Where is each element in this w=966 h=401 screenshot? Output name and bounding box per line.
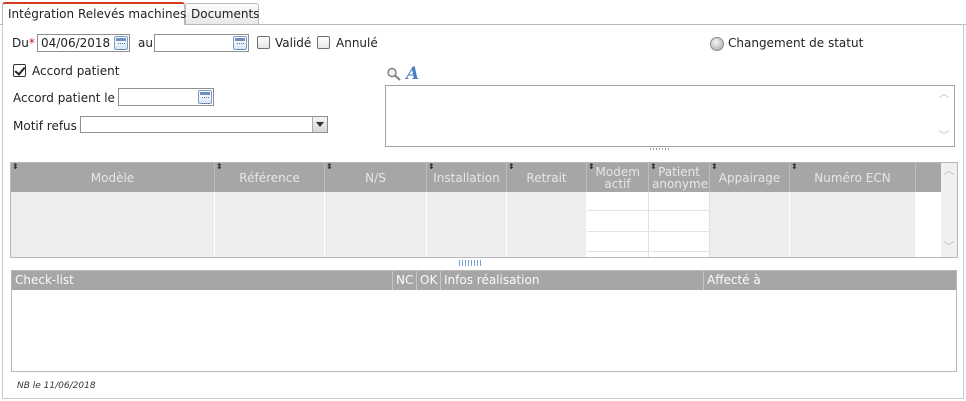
- changement-statut-button[interactable]: Changement de statut: [728, 36, 863, 50]
- column-header-ns[interactable]: ⬍ N/S: [325, 163, 427, 192]
- accord-patient-checkbox[interactable]: [13, 64, 26, 77]
- column-header-nc[interactable]: NC: [393, 271, 417, 290]
- chevron-down-icon[interactable]: [312, 117, 327, 132]
- vertical-scrollbar[interactable]: ︿ ﹀: [941, 163, 957, 257]
- font-format-icon[interactable]: A: [405, 64, 421, 81]
- footer-note: NB le 11/06/2018: [17, 381, 96, 391]
- scroll-up-arrow[interactable]: ︿: [944, 167, 954, 177]
- status-change-icon[interactable]: [710, 37, 724, 51]
- motif-refus-select[interactable]: [80, 116, 328, 133]
- magnifier-icon[interactable]: [386, 67, 402, 81]
- column-body-modele: [11, 192, 215, 257]
- annule-label: Annulé: [336, 36, 378, 50]
- column-header-installation[interactable]: ⬍ Installation: [427, 163, 507, 192]
- checklist-grid: Check-list NC OK Infos réalisation Affec…: [11, 270, 957, 372]
- motif-refus-label: Motif refus: [13, 119, 77, 133]
- machines-grid-header: ⬍ Modèle ⬍ Référence ⬍ N/S ⬍ Installation ⬍ R…: [11, 163, 941, 192]
- column-header-reference[interactable]: ⬍ Référence: [215, 163, 325, 192]
- column-header-check-list[interactable]: Check-list: [12, 271, 393, 290]
- tab-documents[interactable]: Documents: [185, 3, 259, 24]
- scroll-up-arrow[interactable]: ︿: [939, 90, 949, 100]
- valide-checkbox[interactable]: [257, 36, 270, 49]
- calendar-icon[interactable]: [114, 36, 128, 50]
- column-header-retrait[interactable]: ⬍ Retrait: [507, 163, 587, 192]
- column-header-affecte-a[interactable]: Affecté à: [704, 271, 956, 290]
- column-header-patient-anonyme[interactable]: ⬍ Patient anonyme: [649, 163, 710, 192]
- column-body-reference: [215, 192, 325, 257]
- memo-textarea[interactable]: ︿ ﹀: [385, 85, 955, 147]
- column-body-modem-actif: [587, 192, 649, 257]
- annule-checkbox[interactable]: [317, 36, 330, 49]
- column-header-infos-realisation[interactable]: Infos réalisation: [441, 271, 704, 290]
- column-body-installation: [427, 192, 507, 257]
- row-divider: [587, 210, 710, 211]
- scroll-down-arrow[interactable]: ﹀: [939, 132, 949, 142]
- scroll-down-arrow[interactable]: ﹀: [944, 243, 954, 253]
- column-header-spacer: [916, 163, 941, 192]
- machines-grid: ⬍ Modèle ⬍ Référence ⬍ N/S ⬍ Installation ⬍ R…: [10, 162, 958, 258]
- column-header-ok[interactable]: OK: [417, 271, 441, 290]
- accord-patient-label: Accord patient: [32, 64, 120, 78]
- valide-label: Validé: [275, 36, 312, 50]
- column-header-modele[interactable]: ⬍ Modèle: [11, 163, 215, 192]
- svg-text:A: A: [405, 64, 419, 81]
- column-header-appairage[interactable]: ⬍ Appairage: [710, 163, 790, 192]
- column-body-appairage: [710, 192, 790, 257]
- tab-label: Intégration Relevés machines: [8, 7, 187, 21]
- au-label: au: [138, 36, 153, 50]
- row-divider: [587, 231, 710, 232]
- column-body-ns: [325, 192, 427, 257]
- memo-resize-grip[interactable]: [650, 148, 672, 151]
- column-body-patient-anonyme: [649, 192, 710, 257]
- column-header-numero-ecn[interactable]: ⬍ Numéro ECN: [790, 163, 916, 192]
- tab-integration-releves[interactable]: Intégration Relevés machines: [2, 2, 187, 25]
- calendar-icon[interactable]: [198, 90, 212, 104]
- column-body-retrait: [507, 192, 587, 257]
- grid-splitter[interactable]: [459, 260, 483, 266]
- accord-patient-le-label: Accord patient le: [13, 91, 115, 105]
- du-label: Du*: [12, 36, 35, 50]
- required-marker: *: [28, 36, 35, 50]
- checklist-grid-header: Check-list NC OK Infos réalisation Affec…: [12, 271, 956, 290]
- calendar-icon[interactable]: [233, 36, 247, 50]
- row-divider: [587, 251, 710, 252]
- column-header-modem-actif[interactable]: ⬍ Modem actif: [587, 163, 649, 192]
- column-body-numero-ecn: [790, 192, 916, 257]
- tab-label: Documents: [191, 7, 260, 21]
